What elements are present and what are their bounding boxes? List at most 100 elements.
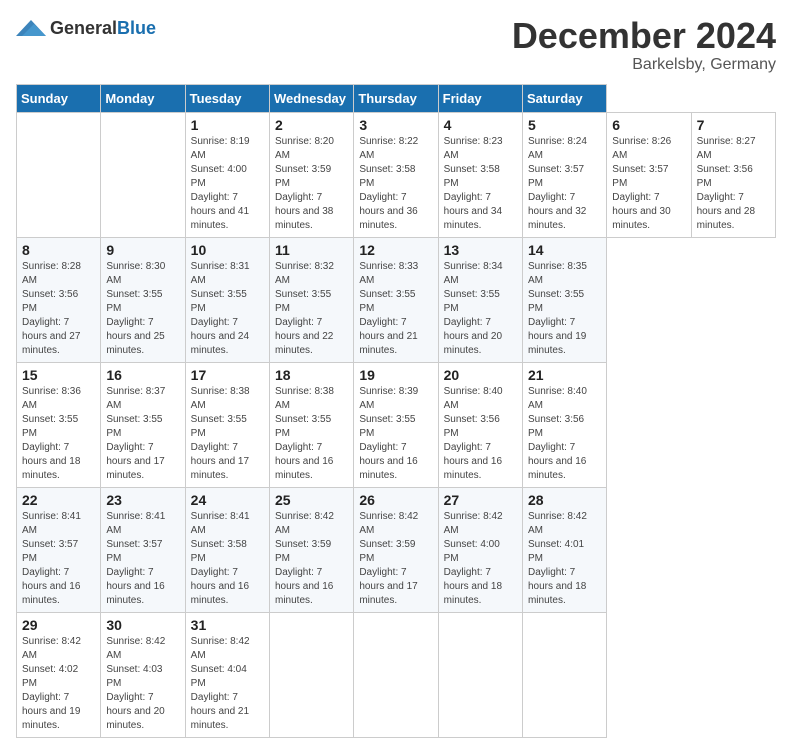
calendar-cell: 13 Sunrise: 8:34 AMSunset: 3:55 PMDayligh… bbox=[438, 237, 522, 362]
calendar-cell bbox=[101, 112, 185, 237]
day-number: 8 bbox=[22, 242, 95, 258]
weekday-header-tuesday: Tuesday bbox=[185, 84, 269, 112]
day-number: 26 bbox=[359, 492, 432, 508]
day-info: Sunrise: 8:40 AMSunset: 3:56 PMDaylight:… bbox=[528, 385, 601, 483]
calendar-cell: 19Sunrise: 8:39 AMSunset: 3:55 PMDayligh… bbox=[354, 362, 438, 487]
day-info: Sunrise: 8:42 AMSunset: 4:01 PMDaylight:… bbox=[528, 510, 601, 608]
calendar-cell: 5 Sunrise: 8:24 AMSunset: 3:57 PMDaylight… bbox=[522, 112, 606, 237]
calendar-cell bbox=[438, 612, 522, 737]
calendar-cell: 7 Sunrise: 8:27 AMSunset: 3:56 PMDaylight… bbox=[691, 112, 775, 237]
day-number: 28 bbox=[528, 492, 601, 508]
calendar-table: SundayMondayTuesdayWednesdayThursdayFrid… bbox=[16, 84, 776, 738]
calendar-cell: 26 Sunrise: 8:42 AMSunset: 3:59 PMDayligh… bbox=[354, 487, 438, 612]
calendar-cell: 8 Sunrise: 8:28 AMSunset: 3:56 PMDaylight… bbox=[17, 237, 101, 362]
logo-blue-text: Blue bbox=[117, 18, 156, 38]
day-number: 7 bbox=[697, 117, 770, 133]
week-row-3: 15Sunrise: 8:36 AMSunset: 3:55 PMDayligh… bbox=[17, 362, 776, 487]
calendar-cell: 11 Sunrise: 8:32 AMSunset: 3:55 PMDayligh… bbox=[269, 237, 353, 362]
day-info: Sunrise: 8:42 AMSunset: 4:04 PMDaylight:… bbox=[191, 635, 264, 733]
day-info: Sunrise: 8:37 AMSunset: 3:55 PMDaylight:… bbox=[106, 385, 179, 483]
calendar-cell: 4 Sunrise: 8:23 AMSunset: 3:58 PMDaylight… bbox=[438, 112, 522, 237]
weekday-header-sunday: Sunday bbox=[17, 84, 101, 112]
week-row-5: 29 Sunrise: 8:42 AMSunset: 4:02 PMDayligh… bbox=[17, 612, 776, 737]
day-number: 5 bbox=[528, 117, 601, 133]
calendar-cell: 6Sunrise: 8:26 AMSunset: 3:57 PMDaylight… bbox=[607, 112, 691, 237]
calendar-cell: 25 Sunrise: 8:42 AMSunset: 3:59 PMDayligh… bbox=[269, 487, 353, 612]
day-number: 6 bbox=[612, 117, 685, 133]
day-info: Sunrise: 8:32 AMSunset: 3:55 PMDaylight:… bbox=[275, 260, 348, 358]
calendar-cell: 17 Sunrise: 8:38 AMSunset: 3:55 PMDayligh… bbox=[185, 362, 269, 487]
calendar-cell: 21Sunrise: 8:40 AMSunset: 3:56 PMDayligh… bbox=[522, 362, 606, 487]
calendar-cell: 31 Sunrise: 8:42 AMSunset: 4:04 PMDayligh… bbox=[185, 612, 269, 737]
day-number: 9 bbox=[106, 242, 179, 258]
day-number: 3 bbox=[359, 117, 432, 133]
day-info: Sunrise: 8:42 AMSunset: 4:02 PMDaylight:… bbox=[22, 635, 95, 733]
day-number: 19 bbox=[359, 367, 432, 383]
calendar-cell bbox=[354, 612, 438, 737]
calendar-cell bbox=[269, 612, 353, 737]
calendar-cell: 24Sunrise: 8:41 AMSunset: 3:58 PMDayligh… bbox=[185, 487, 269, 612]
weekday-header-row: SundayMondayTuesdayWednesdayThursdayFrid… bbox=[17, 84, 776, 112]
day-number: 25 bbox=[275, 492, 348, 508]
day-number: 22 bbox=[22, 492, 95, 508]
day-info: Sunrise: 8:40 AMSunset: 3:56 PMDaylight:… bbox=[444, 385, 517, 483]
calendar-cell: 10 Sunrise: 8:31 AMSunset: 3:55 PMDayligh… bbox=[185, 237, 269, 362]
day-info: Sunrise: 8:22 AMSunset: 3:58 PMDaylight:… bbox=[359, 135, 432, 233]
month-title: December 2024 bbox=[512, 16, 776, 56]
day-number: 4 bbox=[444, 117, 517, 133]
day-info: Sunrise: 8:38 AMSunset: 3:55 PMDaylight:… bbox=[191, 385, 264, 483]
calendar-cell: 3 Sunrise: 8:22 AMSunset: 3:58 PMDaylight… bbox=[354, 112, 438, 237]
weekday-header-saturday: Saturday bbox=[522, 84, 606, 112]
day-info: Sunrise: 8:42 AMSunset: 3:59 PMDaylight:… bbox=[275, 510, 348, 608]
page-header: GeneralBlue December 2024 Barkelsby, Ger… bbox=[16, 16, 776, 74]
day-info: Sunrise: 8:41 AMSunset: 3:57 PMDaylight:… bbox=[106, 510, 179, 608]
day-number: 16 bbox=[106, 367, 179, 383]
calendar-cell: 18Sunrise: 8:38 AMSunset: 3:55 PMDayligh… bbox=[269, 362, 353, 487]
day-info: Sunrise: 8:42 AMSunset: 4:00 PMDaylight:… bbox=[444, 510, 517, 608]
day-info: Sunrise: 8:34 AMSunset: 3:55 PMDaylight:… bbox=[444, 260, 517, 358]
logo: GeneralBlue bbox=[16, 16, 156, 40]
day-info: Sunrise: 8:27 AMSunset: 3:56 PMDaylight:… bbox=[697, 135, 770, 233]
calendar-cell: 20 Sunrise: 8:40 AMSunset: 3:56 PMDayligh… bbox=[438, 362, 522, 487]
day-number: 27 bbox=[444, 492, 517, 508]
day-info: Sunrise: 8:28 AMSunset: 3:56 PMDaylight:… bbox=[22, 260, 95, 358]
location-title: Barkelsby, Germany bbox=[512, 56, 776, 74]
day-number: 31 bbox=[191, 617, 264, 633]
day-info: Sunrise: 8:35 AMSunset: 3:55 PMDaylight:… bbox=[528, 260, 601, 358]
weekday-header-thursday: Thursday bbox=[354, 84, 438, 112]
day-info: Sunrise: 8:23 AMSunset: 3:58 PMDaylight:… bbox=[444, 135, 517, 233]
day-number: 14 bbox=[528, 242, 601, 258]
day-number: 13 bbox=[444, 242, 517, 258]
week-row-4: 22 Sunrise: 8:41 AMSunset: 3:57 PMDayligh… bbox=[17, 487, 776, 612]
calendar-cell: 28 Sunrise: 8:42 AMSunset: 4:01 PMDayligh… bbox=[522, 487, 606, 612]
calendar-cell: 12Sunrise: 8:33 AMSunset: 3:55 PMDayligh… bbox=[354, 237, 438, 362]
day-number: 17 bbox=[191, 367, 264, 383]
weekday-header-monday: Monday bbox=[101, 84, 185, 112]
day-number: 11 bbox=[275, 242, 348, 258]
day-info: Sunrise: 8:41 AMSunset: 3:58 PMDaylight:… bbox=[191, 510, 264, 608]
calendar-cell: 1Sunrise: 8:19 AMSunset: 4:00 PMDaylight… bbox=[185, 112, 269, 237]
day-info: Sunrise: 8:24 AMSunset: 3:57 PMDaylight:… bbox=[528, 135, 601, 233]
day-number: 29 bbox=[22, 617, 95, 633]
day-info: Sunrise: 8:36 AMSunset: 3:55 PMDaylight:… bbox=[22, 385, 95, 483]
day-info: Sunrise: 8:42 AMSunset: 4:03 PMDaylight:… bbox=[106, 635, 179, 733]
day-number: 20 bbox=[444, 367, 517, 383]
week-row-1: 1Sunrise: 8:19 AMSunset: 4:00 PMDaylight… bbox=[17, 112, 776, 237]
calendar-cell: 27 Sunrise: 8:42 AMSunset: 4:00 PMDayligh… bbox=[438, 487, 522, 612]
calendar-cell: 9 Sunrise: 8:30 AMSunset: 3:55 PMDaylight… bbox=[101, 237, 185, 362]
calendar-cell: 23Sunrise: 8:41 AMSunset: 3:57 PMDayligh… bbox=[101, 487, 185, 612]
day-info: Sunrise: 8:30 AMSunset: 3:55 PMDaylight:… bbox=[106, 260, 179, 358]
day-number: 10 bbox=[191, 242, 264, 258]
day-info: Sunrise: 8:31 AMSunset: 3:55 PMDaylight:… bbox=[191, 260, 264, 358]
day-number: 2 bbox=[275, 117, 348, 133]
calendar-cell: 2Sunrise: 8:20 AMSunset: 3:59 PMDaylight… bbox=[269, 112, 353, 237]
day-info: Sunrise: 8:41 AMSunset: 3:57 PMDaylight:… bbox=[22, 510, 95, 608]
calendar-cell: 14 Sunrise: 8:35 AMSunset: 3:55 PMDayligh… bbox=[522, 237, 606, 362]
calendar-cell: 15Sunrise: 8:36 AMSunset: 3:55 PMDayligh… bbox=[17, 362, 101, 487]
title-area: December 2024 Barkelsby, Germany bbox=[512, 16, 776, 74]
day-number: 1 bbox=[191, 117, 264, 133]
day-info: Sunrise: 8:42 AMSunset: 3:59 PMDaylight:… bbox=[359, 510, 432, 608]
weekday-header-wednesday: Wednesday bbox=[269, 84, 353, 112]
calendar-cell bbox=[17, 112, 101, 237]
weekday-header-friday: Friday bbox=[438, 84, 522, 112]
